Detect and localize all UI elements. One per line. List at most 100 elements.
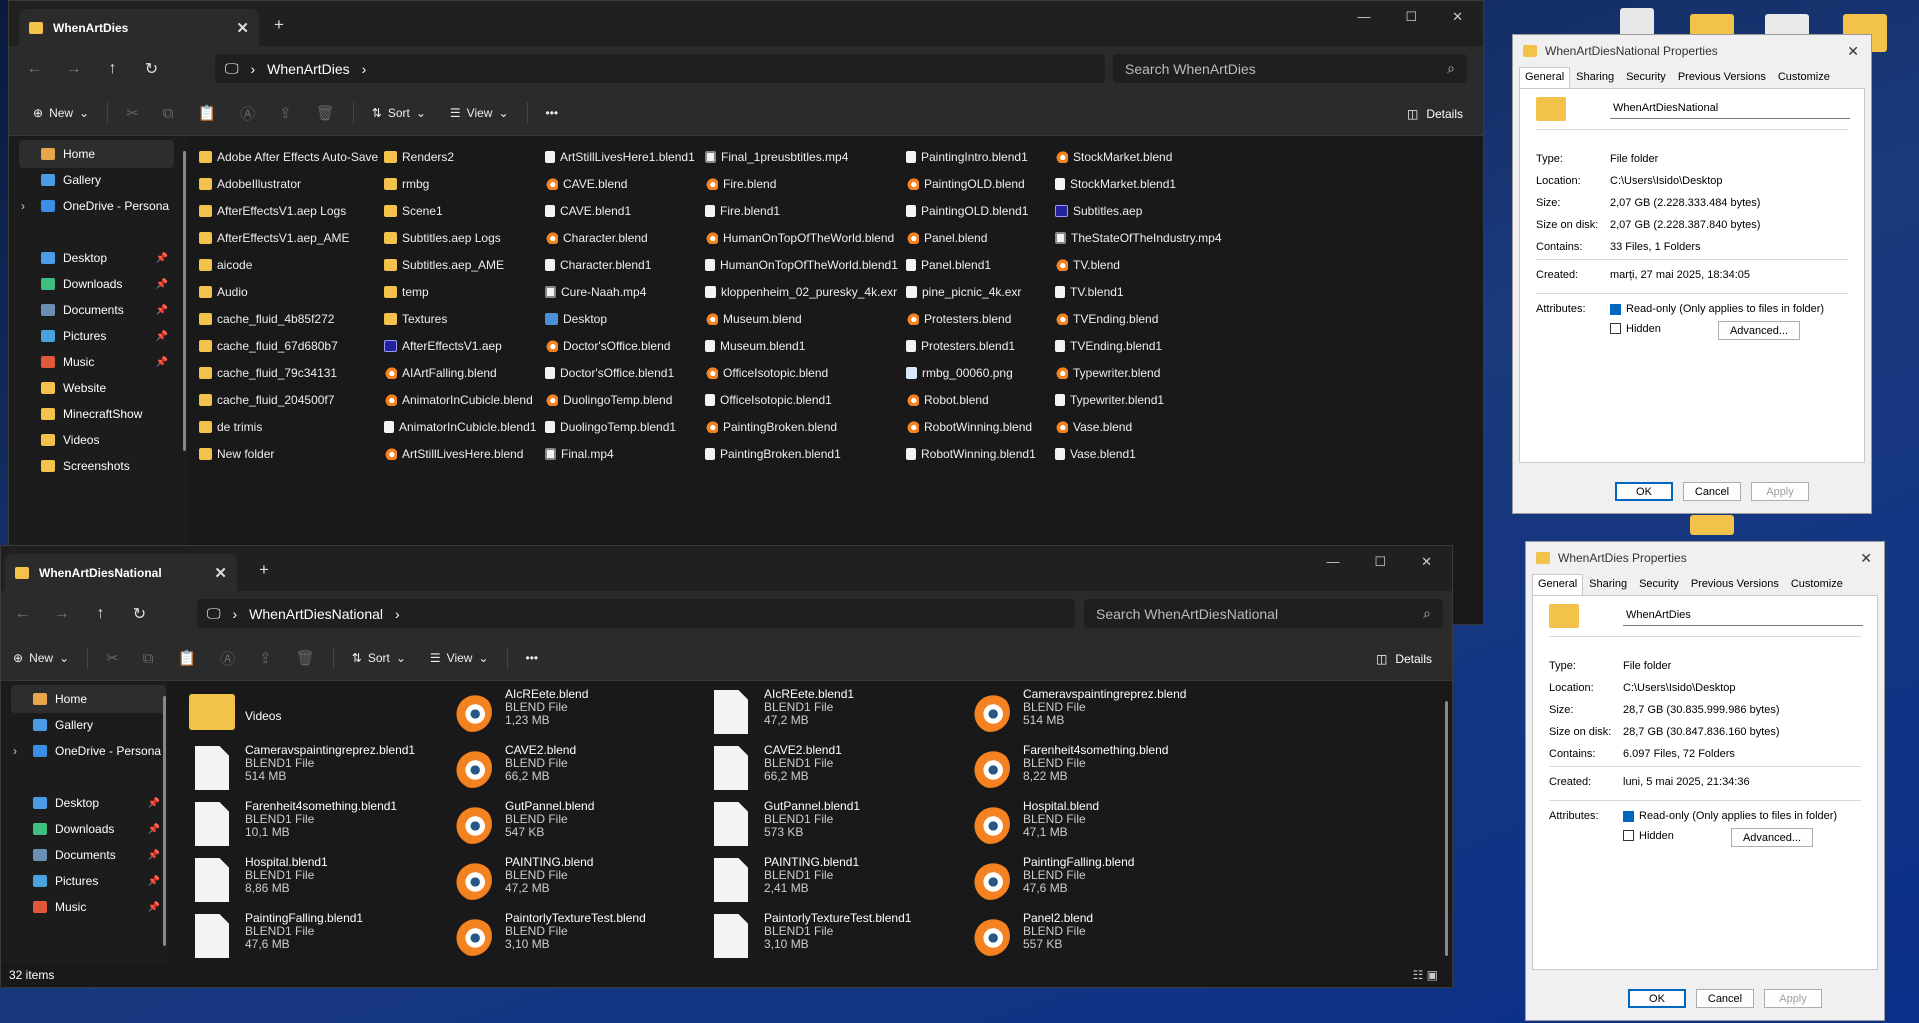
hidden-checkbox[interactable]: Hidden bbox=[1610, 323, 1661, 337]
file-item[interactable]: cache_fluid_79c34131 bbox=[199, 363, 337, 383]
file-item[interactable]: Subtitles.aep bbox=[1055, 201, 1142, 221]
file-item[interactable]: Robot.blend bbox=[906, 390, 989, 410]
file-item[interactable]: AIArtFalling.blend bbox=[384, 363, 497, 383]
file-item[interactable]: OfficeIsotopic.blend1 bbox=[705, 390, 832, 410]
file-item[interactable]: Protesters.blend1 bbox=[906, 336, 1015, 356]
copy-button[interactable]: ⧉ bbox=[133, 650, 164, 667]
refresh-button[interactable]: ↻ bbox=[132, 59, 171, 79]
file-item[interactable]: cache_fluid_204500f7 bbox=[199, 390, 334, 410]
file-tile[interactable]: Videos bbox=[189, 688, 281, 744]
sidebar-item-documents[interactable]: Documents 📌 bbox=[11, 841, 166, 869]
folder-name-field[interactable]: WhenArtDies bbox=[1623, 606, 1863, 626]
sort-button[interactable]: ⇅ Sort ⌄ bbox=[362, 106, 436, 120]
paste-button[interactable]: 📋 bbox=[187, 104, 226, 122]
sort-button[interactable]: ⇅ Sort ⌄ bbox=[342, 651, 416, 665]
sidebar-item-music[interactable]: Music 📌 bbox=[11, 893, 166, 921]
tab-customize[interactable]: Customize bbox=[1785, 574, 1849, 595]
close-window-button[interactable]: ✕ bbox=[1421, 554, 1432, 570]
tab-sharing[interactable]: Sharing bbox=[1583, 574, 1633, 595]
details-button[interactable]: ◫ Details bbox=[1376, 636, 1432, 681]
file-item[interactable]: RobotWinning.blend1 bbox=[906, 444, 1036, 464]
file-tile[interactable]: AIcREete.blend1 BLEND1 File 47,2 MB bbox=[708, 688, 854, 744]
file-tile[interactable]: PaintingFalling.blend BLEND File 47,6 MB bbox=[967, 856, 1134, 912]
file-item[interactable]: PaintingBroken.blend1 bbox=[705, 444, 841, 464]
tab-sharing[interactable]: Sharing bbox=[1570, 67, 1620, 88]
cut-button[interactable]: ✂ bbox=[116, 104, 149, 122]
file-tile[interactable]: GutPannel.blend BLEND File 547 KB bbox=[449, 800, 594, 856]
new-button[interactable]: ⊕ New ⌄ bbox=[23, 106, 99, 120]
file-item[interactable]: AfterEffectsV1.aep_AME bbox=[199, 228, 350, 248]
sidebar-item-onedrive-persona[interactable]: › OneDrive - Persona bbox=[11, 737, 166, 765]
address-bar[interactable]: 🖵 › WhenArtDies › bbox=[215, 54, 1105, 83]
file-item[interactable]: CAVE.blend bbox=[545, 174, 627, 194]
file-tile[interactable]: Cameravspaintingreprez.blend BLEND File 51… bbox=[967, 688, 1186, 744]
sidebar-item-website[interactable]: Website bbox=[19, 374, 174, 402]
up-button[interactable]: ↑ bbox=[93, 60, 132, 78]
file-tile[interactable]: CAVE2.blend BLEND File 66,2 MB bbox=[449, 744, 576, 800]
file-item[interactable]: CAVE.blend1 bbox=[545, 201, 631, 221]
cut-button[interactable]: ✂ bbox=[96, 649, 129, 667]
close-tab-icon[interactable]: ✕ bbox=[236, 19, 249, 37]
file-tile[interactable]: PAINTING.blend BLEND File 47,2 MB bbox=[449, 856, 593, 912]
file-item[interactable]: TV.blend1 bbox=[1055, 282, 1124, 302]
file-item[interactable]: Typewriter.blend1 bbox=[1055, 390, 1164, 410]
file-item[interactable]: RobotWinning.blend bbox=[906, 417, 1032, 437]
search-input[interactable]: Search WhenArtDiesNational ⌕ bbox=[1084, 599, 1443, 628]
file-tile[interactable]: Farenheit4something.blend1 BLEND1 File 10,… bbox=[189, 800, 397, 856]
file-item[interactable]: ArtStillLivesHere.blend bbox=[384, 444, 523, 464]
file-item[interactable]: TV.blend bbox=[1055, 255, 1120, 275]
file-item[interactable]: Audio bbox=[199, 282, 248, 302]
file-item[interactable]: Final.mp4 bbox=[545, 444, 614, 464]
file-item[interactable]: PaintingBroken.blend bbox=[705, 417, 837, 437]
sidebar-item-documents[interactable]: Documents 📌 bbox=[19, 296, 174, 324]
file-item[interactable]: cache_fluid_67d680b7 bbox=[199, 336, 338, 356]
file-item[interactable]: Vase.blend1 bbox=[1055, 444, 1136, 464]
sidebar-item-videos[interactable]: Videos bbox=[19, 426, 174, 454]
view-button[interactable]: ☰ View ⌄ bbox=[420, 651, 499, 665]
nav-scrollbar[interactable] bbox=[183, 151, 186, 451]
file-item[interactable]: Museum.blend bbox=[705, 309, 802, 329]
file-item[interactable]: PaintingOLD.blend1 bbox=[906, 201, 1028, 221]
sidebar-item-home[interactable]: Home bbox=[11, 685, 166, 713]
view-toggle-icons[interactable]: ☷ ▣ bbox=[1413, 968, 1438, 982]
close-icon[interactable]: ✕ bbox=[1847, 43, 1859, 60]
new-tab-button[interactable]: + bbox=[274, 15, 284, 35]
cancel-button[interactable]: Cancel bbox=[1696, 989, 1754, 1008]
sidebar-item-music[interactable]: Music 📌 bbox=[19, 348, 174, 376]
file-item[interactable]: Panel.blend bbox=[906, 228, 987, 248]
nav-scrollbar[interactable] bbox=[163, 696, 166, 946]
file-item[interactable]: Cure-Naah.mp4 bbox=[545, 282, 646, 302]
sidebar-item-downloads[interactable]: Downloads 📌 bbox=[11, 815, 166, 843]
file-item[interactable]: Fire.blend1 bbox=[705, 201, 780, 221]
copy-button[interactable]: ⧉ bbox=[153, 105, 184, 122]
sidebar-item-pictures[interactable]: Pictures 📌 bbox=[19, 322, 174, 350]
ok-button[interactable]: OK bbox=[1615, 482, 1673, 501]
file-item[interactable]: Textures bbox=[384, 309, 447, 329]
file-item[interactable]: Panel.blend1 bbox=[906, 255, 991, 275]
file-item[interactable]: TVEnding.blend1 bbox=[1055, 336, 1162, 356]
hidden-checkbox[interactable]: Hidden bbox=[1623, 830, 1674, 844]
sidebar-item-pictures[interactable]: Pictures 📌 bbox=[11, 867, 166, 895]
desktop-icon[interactable] bbox=[1690, 515, 1734, 535]
file-item[interactable]: AnimatorInCubicle.blend bbox=[384, 390, 533, 410]
file-item[interactable]: rmbg bbox=[384, 174, 429, 194]
file-item[interactable]: Character.blend1 bbox=[545, 255, 651, 275]
file-item[interactable]: StockMarket.blend1 bbox=[1055, 174, 1176, 194]
advanced-button[interactable]: Advanced... bbox=[1731, 828, 1813, 847]
file-tile[interactable]: PaintorlyTextureTest.blend BLEND File 3,10… bbox=[449, 912, 646, 968]
close-tab-icon[interactable]: ✕ bbox=[214, 564, 227, 582]
minimize-button[interactable]: — bbox=[1326, 554, 1339, 570]
file-item[interactable]: de trimis bbox=[199, 417, 262, 437]
file-item[interactable]: Desktop bbox=[545, 309, 607, 329]
file-item[interactable]: AfterEffectsV1.aep Logs bbox=[199, 201, 346, 221]
up-button[interactable]: ↑ bbox=[81, 605, 120, 623]
file-item[interactable]: DuolingoTemp.blend1 bbox=[545, 417, 676, 437]
file-item[interactable]: Subtitles.aep Logs bbox=[384, 228, 501, 248]
file-item[interactable]: PaintingOLD.blend bbox=[906, 174, 1025, 194]
tab-previous-versions[interactable]: Previous Versions bbox=[1672, 67, 1772, 88]
sidebar-item-onedrive-persona[interactable]: › OneDrive - Persona bbox=[19, 192, 174, 220]
file-item[interactable]: StockMarket.blend bbox=[1055, 147, 1172, 167]
ok-button[interactable]: OK bbox=[1628, 989, 1686, 1008]
refresh-button[interactable]: ↻ bbox=[120, 604, 159, 624]
file-item[interactable]: Scene1 bbox=[384, 201, 443, 221]
